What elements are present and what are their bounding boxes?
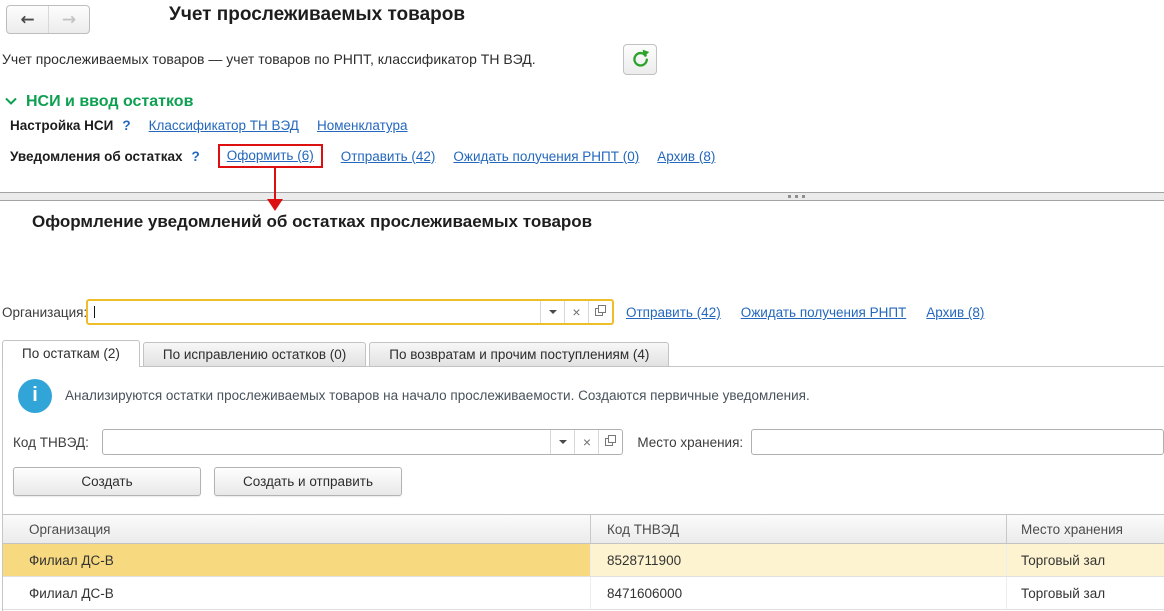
refresh-button[interactable]: [623, 44, 657, 75]
link-archive[interactable]: Архив (8): [657, 149, 715, 164]
table-header: Организация Код ТНВЭД Место хранения: [3, 514, 1164, 544]
column-header-storage[interactable]: Место хранения: [1007, 515, 1164, 543]
cell-tnved-code[interactable]: 8528711900: [591, 544, 1007, 576]
page-title: Учет прослеживаемых товаров: [169, 4, 465, 26]
tab-by-returns[interactable]: По возвратам и прочим поступлениям (4): [369, 342, 669, 367]
cell-tnved-code[interactable]: 8471606000: [591, 577, 1007, 609]
info-icon: i: [18, 379, 52, 413]
annotation-highlight-box: Оформить (6): [218, 144, 323, 168]
help-icon[interactable]: ?: [192, 149, 200, 164]
link-send-notifications[interactable]: Отправить (42): [341, 149, 436, 164]
nsi-settings-label: Настройка НСИ: [10, 118, 113, 133]
annotation-arrow-head: [267, 199, 283, 211]
cell-organization[interactable]: Филиал ДС-В: [3, 544, 591, 576]
cell-storage[interactable]: Торговый зал: [1007, 544, 1164, 576]
chevron-down-icon: [4, 93, 18, 111]
column-header-tnved-code[interactable]: Код ТНВЭД: [591, 515, 1007, 543]
splitter[interactable]: [0, 192, 1164, 201]
chevron-down-icon: [559, 440, 567, 444]
link-nomenclature[interactable]: Номенклатура: [317, 118, 408, 133]
back-button[interactable]: ←: [7, 6, 48, 33]
nsi-notifications-row: Уведомления об остатках ? Оформить (6) О…: [10, 144, 715, 168]
clear-button[interactable]: ×: [574, 430, 598, 454]
open-form-icon: [594, 304, 607, 320]
open-button[interactable]: [588, 301, 612, 323]
dropdown-button[interactable]: [540, 301, 564, 323]
history-nav: ← →: [6, 5, 90, 34]
tab-panel: i Анализируются остатки прослеживаемых т…: [2, 366, 1164, 611]
create-button[interactable]: Создать: [13, 467, 201, 496]
info-message: Анализируются остатки прослеживаемых тов…: [65, 388, 810, 403]
tab-bar: По остаткам (2) По исправлению остатков …: [2, 340, 672, 367]
organization-field[interactable]: ×: [86, 299, 614, 325]
tnved-input[interactable]: [103, 430, 551, 454]
nsi-settings-row: Настройка НСИ ? Классификатор ТН ВЭД Ном…: [10, 118, 408, 133]
tab-by-balances[interactable]: По остаткам (2): [2, 340, 140, 367]
page-description: Учет прослеживаемых товаров — учет товар…: [2, 51, 536, 67]
organization-label: Организация:: [2, 305, 87, 320]
dropdown-button[interactable]: [550, 430, 574, 454]
link-tnved-classifier[interactable]: Классификатор ТН ВЭД: [149, 118, 299, 133]
storage-field[interactable]: [751, 429, 1164, 455]
link-await-rnpt[interactable]: Ожидать получения РНПТ: [741, 305, 907, 320]
annotation-arrow-line: [274, 168, 276, 199]
splitter-grip[interactable]: [788, 195, 805, 198]
tab-by-balance-corrections[interactable]: По исправлению остатков (0): [143, 342, 366, 367]
notifications-table: Организация Код ТНВЭД Место хранения Фил…: [3, 514, 1164, 610]
chevron-down-icon: [549, 310, 557, 314]
info-banner: i Анализируются остатки прослеживаемых т…: [3, 367, 1164, 413]
table-row[interactable]: Филиал ДС-В 8471606000 Торговый зал: [3, 577, 1164, 610]
column-header-organization[interactable]: Организация: [3, 515, 591, 543]
open-form-icon: [604, 434, 617, 450]
refresh-icon: [630, 48, 650, 71]
actions-row: Создать Создать и отправить: [3, 467, 1164, 496]
create-and-send-button[interactable]: Создать и отправить: [214, 467, 402, 496]
help-icon[interactable]: ?: [122, 118, 130, 133]
section-nsi-title: НСИ и ввод остатков: [26, 93, 193, 111]
forward-button[interactable]: →: [48, 6, 89, 33]
open-button[interactable]: [598, 430, 622, 454]
link-send-notifications[interactable]: Отправить (42): [626, 305, 721, 320]
tnved-field[interactable]: ×: [102, 429, 624, 455]
nsi-notifications-label: Уведомления об остатках: [10, 149, 183, 164]
form-links: Отправить (42) Ожидать получения РНПТ Ар…: [626, 305, 984, 320]
cell-storage[interactable]: Торговый зал: [1007, 577, 1164, 609]
cell-organization[interactable]: Филиал ДС-В: [3, 577, 591, 609]
filter-row: Код ТНВЭД: × Место хранения:: [3, 429, 1164, 455]
clear-button[interactable]: ×: [564, 301, 588, 323]
storage-input[interactable]: [752, 430, 1163, 454]
section-nsi-header[interactable]: НСИ и ввод остатков: [4, 93, 193, 111]
link-issue-notifications[interactable]: Оформить (6): [227, 148, 314, 163]
storage-label: Место хранения:: [637, 435, 743, 450]
table-row[interactable]: Филиал ДС-В 8528711900 Торговый зал: [3, 544, 1164, 577]
link-await-rnpt[interactable]: Ожидать получения РНПТ (0): [453, 149, 639, 164]
form-title: Оформление уведомлений об остатках просл…: [32, 212, 592, 232]
organization-input[interactable]: [88, 301, 540, 323]
tnved-label: Код ТНВЭД:: [13, 435, 89, 450]
link-archive[interactable]: Архив (8): [926, 305, 984, 320]
text-cursor: [94, 306, 95, 318]
